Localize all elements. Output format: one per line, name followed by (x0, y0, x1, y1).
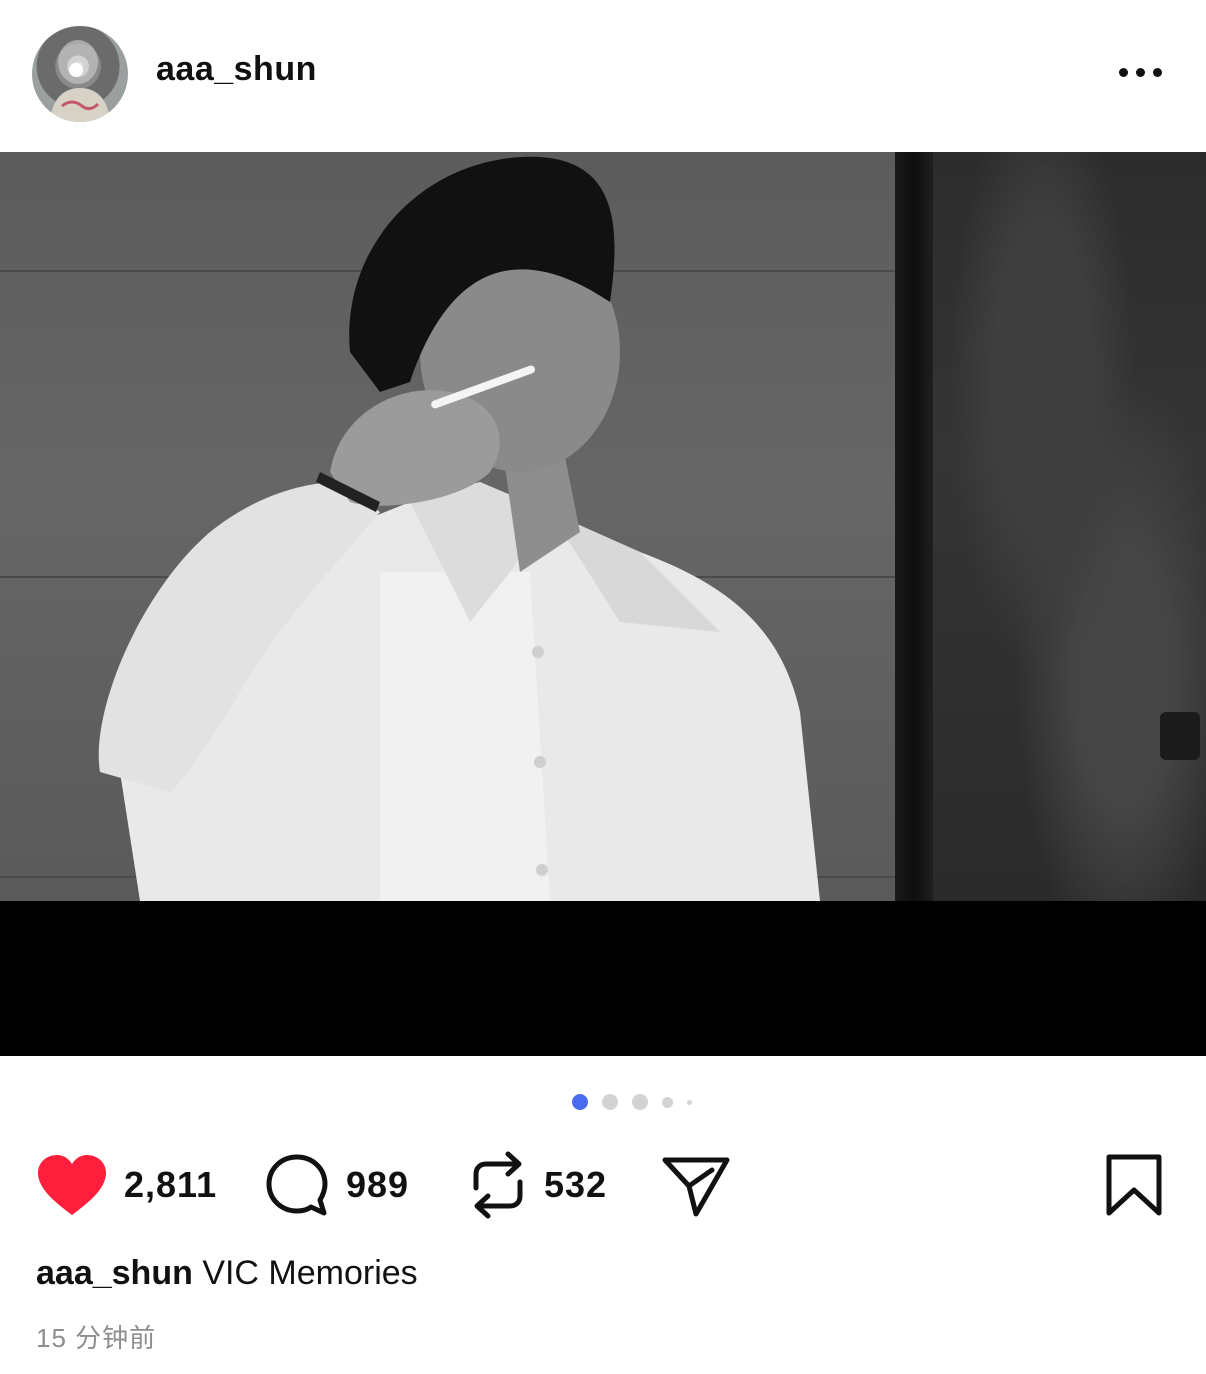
pager-dot[interactable] (602, 1094, 618, 1110)
pager-dot-active[interactable] (572, 1094, 588, 1110)
repost-count[interactable]: 532 (544, 1164, 607, 1206)
door-frame (895, 152, 933, 901)
save-button[interactable] (1104, 1140, 1164, 1230)
avatar-image (50, 40, 110, 122)
comment-count[interactable]: 989 (346, 1164, 409, 1206)
post-card: aaa_shun 2,811 989 532 aaa_shun VIC Memo… (0, 0, 1206, 1374)
pager-dot[interactable] (662, 1096, 673, 1108)
like-button[interactable]: 2,811 (36, 1140, 217, 1230)
avatar[interactable] (32, 26, 128, 122)
send-paper-plane-icon (662, 1157, 730, 1217)
post-timestamp: 15 分钟前 (36, 1323, 157, 1353)
repost-button[interactable]: 532 (468, 1140, 607, 1230)
like-count[interactable]: 2,811 (124, 1164, 217, 1206)
comment-button[interactable]: 989 (264, 1140, 409, 1230)
pager-dot[interactable] (687, 1099, 692, 1105)
share-button[interactable] (660, 1140, 732, 1230)
more-icon-dot (1118, 67, 1128, 77)
heart-filled-icon (38, 1155, 106, 1215)
more-icon-dot (1135, 67, 1145, 77)
post-media[interactable] (0, 152, 1206, 1056)
post-username[interactable]: aaa_shun (156, 50, 317, 89)
repost-arrows-icon (473, 1151, 523, 1219)
door-latch (1160, 712, 1200, 760)
marble-wall (933, 152, 1206, 901)
comment-bubble-icon (266, 1154, 328, 1216)
pager-dot[interactable] (632, 1094, 648, 1110)
caption-username[interactable]: aaa_shun (36, 1254, 193, 1292)
post-actions: 2,811 989 532 (0, 1140, 1206, 1230)
person-figure (98, 156, 821, 901)
bookmark-icon (1106, 1154, 1162, 1216)
post-header: aaa_shun (0, 0, 1206, 152)
post-photo (0, 152, 1206, 901)
more-icon-dot (1152, 67, 1162, 77)
post-caption: aaa_shun VIC Memories (36, 1254, 418, 1293)
more-options-button[interactable] (1110, 56, 1170, 88)
carousel-pager (0, 1092, 1206, 1112)
caption-text: VIC Memories (202, 1254, 418, 1292)
